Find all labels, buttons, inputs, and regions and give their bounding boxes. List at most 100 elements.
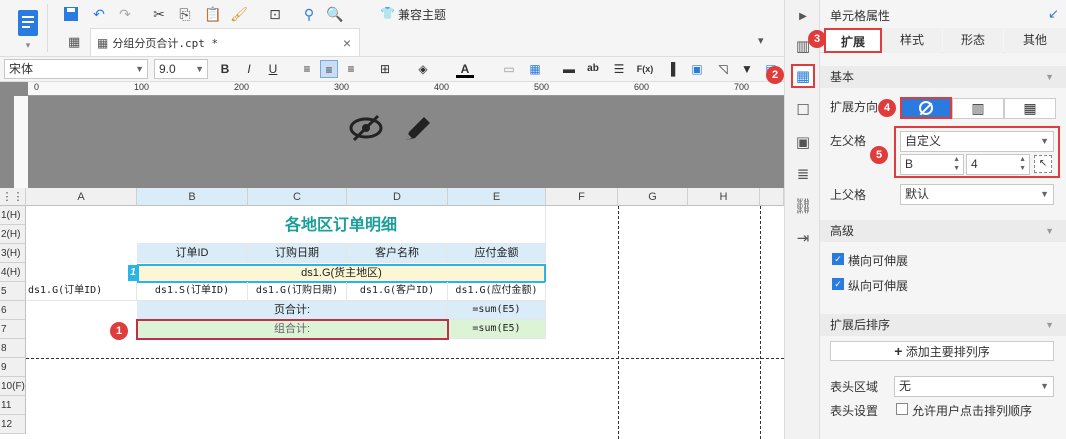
row-header[interactable]: 9 [0, 358, 26, 377]
fill-color-icon[interactable]: ◈ [414, 60, 432, 78]
tab-report[interactable]: ▦ 分组分页合计.cpt * × [90, 28, 360, 56]
grid-icon[interactable]: ▦ [68, 34, 80, 50]
tab-style[interactable]: 样式 [882, 28, 942, 53]
h-expand-checkbox[interactable]: ✓ [832, 253, 844, 265]
column-header[interactable]: E [448, 188, 546, 206]
row-header[interactable]: 6 [0, 301, 26, 320]
font-family-select[interactable]: 宋体 ▼ [4, 59, 148, 79]
row-header[interactable]: 11 [0, 396, 26, 415]
top-parent-select[interactable]: 默认 ▼ [900, 184, 1054, 205]
spinner-icon[interactable]: ▲ ▼ [1019, 155, 1026, 173]
left-parent-select[interactable]: 自定义 ▼ [900, 131, 1054, 152]
underline-button[interactable]: U [264, 60, 282, 78]
row-header[interactable]: 4(H) [0, 263, 26, 282]
font-size-select[interactable]: 9.0 ▼ [154, 59, 208, 79]
select-all-corner[interactable]: ⋮⋮ [0, 188, 26, 206]
column-header[interactable]: B [137, 188, 248, 206]
row-header[interactable]: 10(F) [0, 377, 26, 396]
advanced-section-header[interactable]: 高级 ▼ [820, 220, 1066, 242]
undo-icon[interactable]: ↶ [90, 5, 108, 23]
row-header[interactable]: 7 [0, 320, 26, 339]
paragraph-icon[interactable]: ☰ [610, 60, 628, 78]
v-expand-checkbox[interactable]: ✓ [832, 278, 844, 290]
spinner-icon[interactable]: ▲ ▼ [953, 155, 960, 173]
header-cell[interactable]: 客户名称 [347, 244, 448, 263]
column-header[interactable]: G [618, 188, 688, 206]
merge-icon[interactable]: ▬ [560, 60, 578, 78]
horizontal-expand-icon[interactable]: ▦ [1004, 98, 1056, 119]
tab-form[interactable]: 形态 [943, 28, 1003, 53]
redo-icon[interactable]: ↷ [116, 5, 134, 23]
tab-expand[interactable]: 扩展 [824, 28, 882, 53]
cell-attr-icon[interactable]: ▦ [791, 64, 815, 88]
data-cell[interactable]: ds1.G(订购日期) [248, 282, 347, 301]
cell-icon[interactable]: ▭ [500, 60, 518, 78]
align-right-icon[interactable]: ≡ [342, 60, 360, 78]
image-icon[interactable]: ▣ [688, 60, 706, 78]
row-header[interactable]: 12 [0, 415, 26, 434]
header-cell[interactable]: 订购日期 [248, 244, 347, 263]
collapse-arrow-icon[interactable]: ↙ [1048, 6, 1059, 22]
group-total-formula-cell[interactable]: =sum(E5) [448, 320, 546, 339]
row-header[interactable]: 1(H) [0, 206, 26, 225]
slash-icon[interactable]: ◹ [714, 60, 732, 78]
search-icon[interactable]: 🔍 [326, 5, 344, 23]
tab-close-icon[interactable]: × [343, 35, 351, 51]
paste-icon[interactable]: 📋 [204, 5, 222, 23]
copy-icon[interactable]: ⎘ [176, 5, 194, 23]
add-sort-button[interactable]: + 添加主要排列序 [830, 341, 1054, 361]
vertical-expand-icon[interactable]: ▥ [952, 98, 1004, 119]
app-logo[interactable]: ▾ [8, 4, 48, 52]
spreadsheet-grid[interactable]: ⋮⋮ A B C D E F G H 1(H) 2(H) 3(H) 4(H) 5… [0, 188, 784, 439]
format-painter-icon[interactable]: 🖌 [230, 5, 248, 23]
formula-icon[interactable]: F(x) [634, 60, 656, 78]
basic-section-header[interactable]: 基本 ▼ [820, 66, 1066, 88]
report-title-cell[interactable]: 各地区订单明细 [137, 206, 546, 244]
row-header[interactable]: 5 [0, 282, 26, 301]
header-sort-checkbox[interactable] [896, 403, 908, 415]
column-header[interactable]: F [546, 188, 618, 206]
no-expand-button[interactable] [900, 97, 952, 119]
column-header[interactable]: C [248, 188, 347, 206]
column-header[interactable]: H [688, 188, 760, 206]
dropdown-widget-icon[interactable]: ▣ [791, 130, 815, 154]
group-region-cell[interactable]: ds1.G(货主地区) [137, 264, 546, 283]
header-area-select[interactable]: 无 ▼ [894, 376, 1054, 397]
tab-other[interactable]: 其他 [1004, 28, 1066, 53]
border-icon[interactable]: ⊞ [376, 60, 394, 78]
condition-icon[interactable]: ≣ [791, 162, 815, 186]
align-left-icon[interactable]: ≡ [298, 60, 316, 78]
page-total-label-cell[interactable]: 页合计: [137, 301, 448, 320]
data-cell[interactable]: ds1.S(订单ID) [137, 282, 248, 301]
align-center-icon[interactable]: ≡ [320, 60, 338, 78]
left-parent-column-input[interactable]: B ▲ ▼ [900, 154, 964, 175]
row-header[interactable]: 2(H) [0, 225, 26, 244]
save-icon[interactable] [62, 5, 80, 23]
hide-eye-icon[interactable] [348, 110, 384, 146]
left-parent-row-input[interactable]: 4 ▲ ▼ [966, 154, 1030, 175]
table-icon[interactable]: ▦ [526, 60, 544, 78]
tab-menu-icon[interactable]: ▾ [758, 34, 764, 47]
cut-icon[interactable]: ✂ [150, 5, 168, 23]
header-cell[interactable]: 应付金额 [448, 244, 546, 263]
row-header[interactable]: 8 [0, 339, 26, 358]
plugin-icon[interactable]: ⚲ [300, 5, 318, 23]
import-icon[interactable]: ⇥ [791, 226, 815, 250]
row-header[interactable]: 3(H) [0, 244, 26, 263]
preview-icon[interactable]: ⊡ [266, 5, 284, 23]
hyperlink-icon[interactable]: ⛓ [791, 194, 815, 218]
data-cell[interactable]: ds1.G(订单ID) [26, 282, 137, 301]
cell-picker-icon[interactable]: ↖ [1034, 155, 1052, 173]
theme-button[interactable]: 👕 兼容主题 [380, 6, 446, 23]
chart-icon[interactable]: ▐ [662, 60, 680, 78]
bold-button[interactable]: B [216, 60, 234, 78]
data-cell[interactable]: ds1.G(客户ID) [347, 282, 448, 301]
chevron-right-icon[interactable]: ▶ [791, 4, 815, 28]
cell-style-icon[interactable]: ☐ [791, 98, 815, 122]
data-cell[interactable]: ds1.G(应付金额) [448, 282, 546, 301]
column-header[interactable]: A [26, 188, 137, 206]
font-color-icon[interactable]: A [456, 60, 474, 78]
italic-button[interactable]: I [240, 60, 258, 78]
sort-section-header[interactable]: 扩展后排序 ▼ [820, 314, 1066, 336]
filter-icon[interactable]: ▼ [738, 60, 756, 78]
